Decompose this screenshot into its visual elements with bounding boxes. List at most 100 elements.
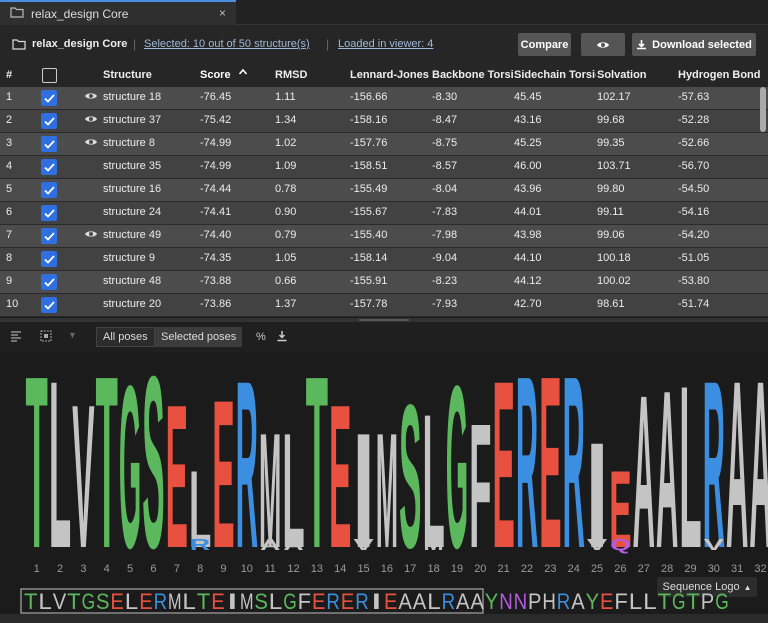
logo-letter: S bbox=[142, 352, 164, 560]
cell-score: -74.99 bbox=[200, 137, 232, 149]
position-number: 25 bbox=[590, 563, 604, 575]
table-row[interactable]: 6 structure 24 -74.41 0.90 -155.67 -7.83 44.01… bbox=[0, 202, 768, 224]
cell-hb: -51.74 bbox=[678, 298, 710, 310]
minimap-letter: G bbox=[82, 589, 96, 614]
eye-icon[interactable] bbox=[84, 229, 98, 242]
table-row[interactable]: 7 structure 49 -74.40 0.79 -155.40 -7.98 43.98… bbox=[0, 225, 768, 247]
row-checkbox[interactable] bbox=[41, 205, 57, 221]
logo-letter: E bbox=[212, 355, 234, 560]
tab-title: relax_design Core bbox=[31, 6, 129, 21]
logo-letter-minor: V bbox=[587, 537, 608, 554]
eye-icon bbox=[597, 41, 609, 48]
logo-toolbar: ▼ All poses Selected poses % bbox=[0, 322, 768, 352]
percent-toggle[interactable]: % bbox=[256, 331, 266, 343]
logo-letter-minor: V bbox=[353, 537, 374, 554]
col-lennard-jones[interactable]: Lennard-Jones bbox=[350, 69, 429, 81]
table-scrollbar[interactable] bbox=[760, 87, 766, 132]
row-checkbox[interactable] bbox=[41, 228, 57, 244]
minimap-letter: F bbox=[298, 589, 312, 614]
row-checkbox[interactable] bbox=[41, 136, 57, 152]
logo-letter: A bbox=[656, 352, 678, 560]
minimap-letter: A bbox=[456, 589, 470, 614]
loaded-in-viewer-link[interactable]: Loaded in viewer: 4 bbox=[338, 38, 433, 50]
logo-letter: S bbox=[399, 362, 421, 560]
table-row[interactable]: 4 structure 35 -74.99 1.09 -158.51 -8.57 46.00… bbox=[0, 156, 768, 178]
cell-rmsd: 0.79 bbox=[275, 229, 297, 241]
select-all-checkbox[interactable] bbox=[42, 68, 57, 83]
col-structure[interactable]: Structure bbox=[103, 69, 152, 81]
minimap-letter: F bbox=[614, 589, 628, 614]
col-sidechain-torsion[interactable]: Sidechain Torsic bbox=[514, 69, 596, 81]
col-hydrogen-bond[interactable]: Hydrogen Bond bbox=[678, 69, 761, 81]
position-number: 16 bbox=[380, 563, 394, 575]
tab-relax-design[interactable]: relax_design Core × bbox=[0, 0, 236, 25]
selected-count-link[interactable]: Selected: 10 out of 50 structure(s) bbox=[144, 38, 310, 50]
position-number: 3 bbox=[80, 563, 87, 575]
compare-button[interactable]: Compare bbox=[518, 33, 571, 56]
position-number: 7 bbox=[173, 563, 180, 575]
row-checkbox[interactable] bbox=[41, 297, 57, 313]
table-row[interactable]: 2 structure 37 -75.42 1.34 -158.16 -8.47 43.16… bbox=[0, 110, 768, 132]
close-icon[interactable]: × bbox=[219, 6, 226, 20]
position-number: 17 bbox=[404, 563, 417, 575]
cell-sc: 43.16 bbox=[514, 114, 542, 126]
cell-bb: -8.23 bbox=[432, 275, 458, 287]
download-selected-button[interactable]: Download selected bbox=[632, 33, 756, 56]
row-checkbox[interactable] bbox=[41, 113, 57, 129]
chevron-down-icon[interactable]: ▼ bbox=[68, 330, 77, 340]
minimap-letter: A bbox=[571, 589, 585, 614]
col-solvation[interactable]: Solvation bbox=[597, 69, 647, 81]
cell-solv: 100.02 bbox=[597, 275, 631, 287]
cell-n: 4 bbox=[6, 160, 13, 172]
eye-icon[interactable] bbox=[84, 91, 98, 104]
selected-poses-button[interactable]: Selected poses bbox=[155, 327, 243, 347]
bottom-strip bbox=[0, 614, 768, 623]
position-number: 23 bbox=[544, 563, 557, 575]
logo-letter: G bbox=[119, 352, 141, 560]
table-row[interactable]: 3 structure 8 -74.99 1.02 -157.76 -8.75 45.25 9… bbox=[0, 133, 768, 155]
eye-icon[interactable] bbox=[84, 137, 98, 150]
row-checkbox[interactable] bbox=[41, 251, 57, 267]
row-checkbox[interactable] bbox=[41, 182, 57, 198]
cell-solv: 100.18 bbox=[597, 252, 631, 264]
cell-bb: -8.04 bbox=[432, 183, 458, 195]
logo-letter-minor: A bbox=[283, 537, 304, 554]
row-checkbox[interactable] bbox=[41, 274, 57, 290]
minimap-letter: G bbox=[715, 589, 729, 614]
minimap-letter: T bbox=[67, 589, 81, 614]
table-row[interactable]: 1 structure 18 -76.45 1.11 -156.66 -8.30 45.45… bbox=[0, 87, 768, 109]
logo-letter: E bbox=[329, 362, 351, 560]
cell-sc: 46.00 bbox=[514, 160, 542, 172]
position-number: 28 bbox=[661, 563, 674, 575]
sequence-minimap[interactable]: TLVTGSELERMLTEIMSLGFERERIEAALRAAYNNPHRAY… bbox=[20, 588, 766, 614]
logo-letter: R bbox=[703, 352, 725, 560]
eye-icon[interactable] bbox=[84, 114, 98, 127]
cell-solv: 99.11 bbox=[597, 206, 624, 218]
minimap-letter: R bbox=[154, 589, 168, 614]
position-number: 11 bbox=[264, 563, 276, 575]
table-row[interactable]: 5 structure 16 -74.44 0.78 -155.49 -8.04 43.96… bbox=[0, 179, 768, 201]
folder-icon bbox=[10, 6, 24, 21]
all-poses-button[interactable]: All poses bbox=[96, 327, 155, 347]
col-rmsd[interactable]: RMSD bbox=[275, 69, 307, 81]
download-icon[interactable] bbox=[276, 330, 288, 345]
cell-n: 7 bbox=[6, 229, 13, 241]
align-left-icon[interactable] bbox=[10, 330, 22, 345]
row-checkbox[interactable] bbox=[41, 159, 57, 175]
view-toggle-button[interactable] bbox=[581, 33, 625, 56]
table-row[interactable]: 10 structure 20 -73.86 1.37 -157.78 -7.93 42.7… bbox=[0, 294, 768, 316]
table-row[interactable]: 9 structure 48 -73.88 0.66 -155.91 -8.23 44.12… bbox=[0, 271, 768, 293]
cell-bb: -8.57 bbox=[432, 160, 458, 172]
cell-bb: -8.47 bbox=[432, 114, 458, 126]
cell-score: -76.45 bbox=[200, 91, 232, 103]
folder-icon bbox=[12, 38, 26, 50]
cell-structure: structure 18 bbox=[103, 91, 162, 103]
sort-ascending-icon[interactable] bbox=[238, 67, 248, 80]
frame-icon[interactable] bbox=[40, 330, 52, 345]
minimap-letter: A bbox=[398, 589, 412, 614]
col-backbone-torsion[interactable]: Backbone Torsic bbox=[432, 69, 514, 81]
table-row[interactable]: 8 structure 9 -74.35 1.05 -158.14 -9.04 44.10 1… bbox=[0, 248, 768, 270]
col-score[interactable]: Score bbox=[200, 69, 231, 81]
position-number: 4 bbox=[103, 563, 110, 575]
row-checkbox[interactable] bbox=[41, 90, 57, 106]
